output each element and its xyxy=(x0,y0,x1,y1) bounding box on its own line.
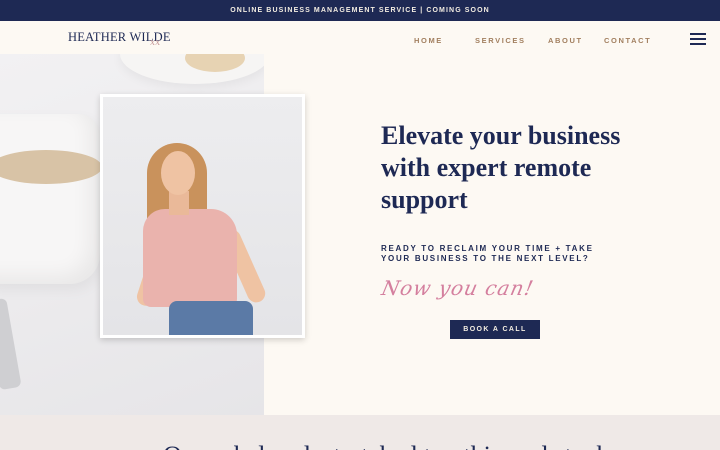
announcement-text: ONLINE BUSINESS MANAGEMENT SERVICE | COM… xyxy=(230,7,490,14)
nav-home[interactable]: HOME xyxy=(414,36,443,45)
portrait-frame xyxy=(100,94,305,338)
hamburger-menu-icon[interactable] xyxy=(690,33,706,45)
menu-line xyxy=(690,33,706,35)
next-section: Overwhelmed, stretched too thin and stuc… xyxy=(0,415,720,450)
menu-line xyxy=(690,43,706,45)
portrait-face xyxy=(161,151,195,195)
nav-contact[interactable]: CONTACT xyxy=(604,36,651,45)
coffee-mug xyxy=(0,114,100,284)
hero-subtitle: READY TO RECLAIM YOUR TIME + TAKE YOUR B… xyxy=(381,244,594,263)
menu-line xyxy=(690,38,706,40)
announcement-bar: ONLINE BUSINESS MANAGEMENT SERVICE | COM… xyxy=(0,0,720,21)
site-header: HEATHER WILDE xx HOME SERVICES ABOUT CON… xyxy=(0,21,720,54)
portrait-photo xyxy=(103,97,302,335)
nav-services[interactable]: SERVICES xyxy=(475,36,526,45)
nav-about[interactable]: ABOUT xyxy=(548,36,583,45)
hero-script-tagline: Now you can! xyxy=(379,276,537,300)
hero-title: Elevate your business with expert remote… xyxy=(381,121,621,214)
device-edge xyxy=(0,297,22,391)
book-a-call-button[interactable]: BOOK A CALL xyxy=(450,320,540,339)
logo-mark: xx xyxy=(150,38,161,48)
portrait-jeans xyxy=(169,301,253,335)
portrait-top xyxy=(143,209,237,307)
next-section-heading: Overwhelmed, stretched too thin and stuc… xyxy=(163,441,609,450)
